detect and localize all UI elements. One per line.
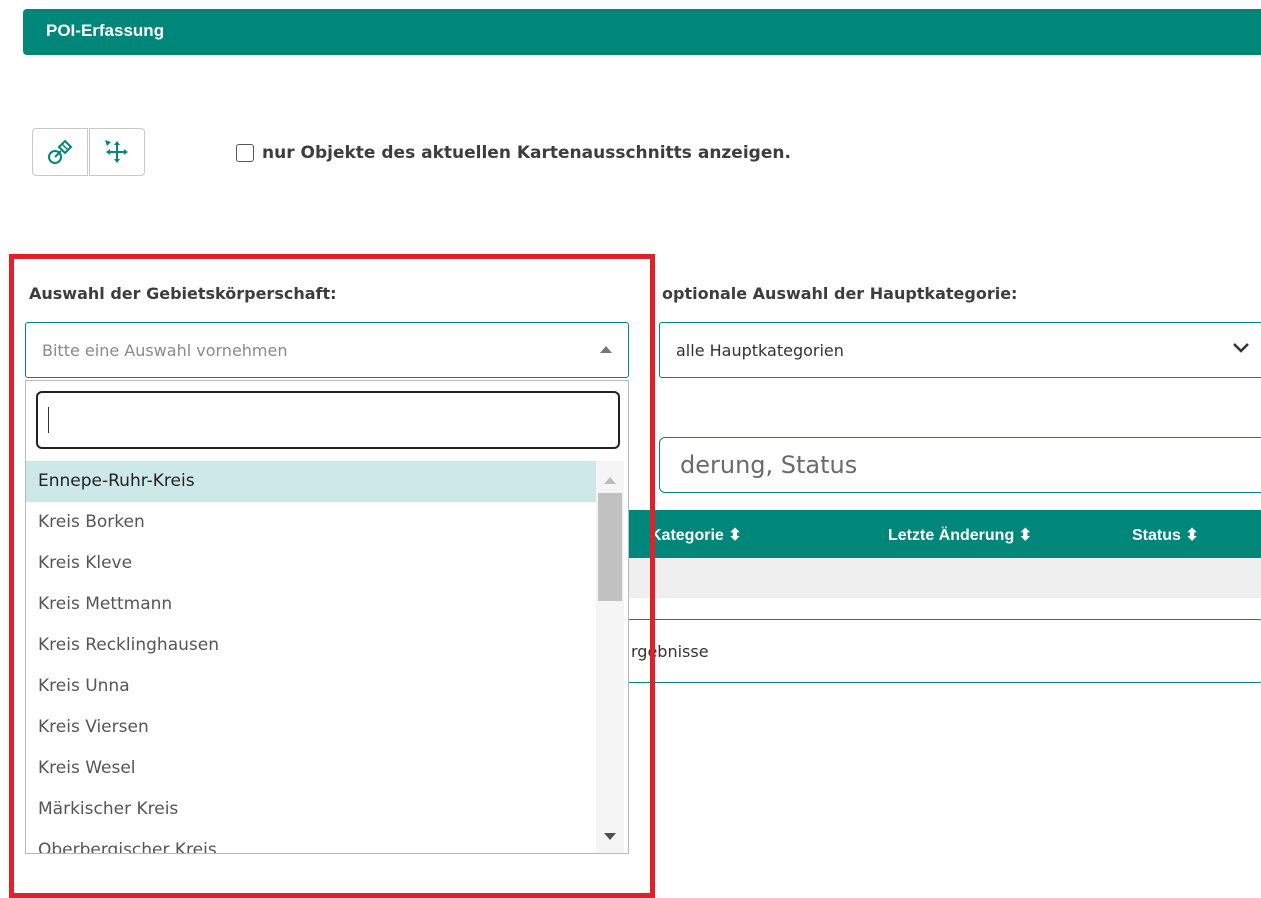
list-item[interactable]: Kreis Viersen xyxy=(26,707,596,748)
scroll-up-icon[interactable] xyxy=(604,477,616,484)
list-item[interactable]: Kreis Recklinghausen xyxy=(26,625,596,666)
search-placeholder: derung, Status xyxy=(680,451,858,479)
list-item[interactable]: Kreis Borken xyxy=(26,502,596,543)
category-select-value: alle Hauptkategorien xyxy=(676,340,844,360)
category-select[interactable]: alle Hauptkategorien xyxy=(659,322,1261,378)
checkbox-label: nur Objekte des aktuellen Kartenausschni… xyxy=(262,143,791,163)
scroll-down-icon[interactable] xyxy=(604,833,616,840)
chevron-down-icon xyxy=(1233,343,1249,353)
results-info: rgebnisse xyxy=(600,619,1261,683)
list-item[interactable]: Märkischer Kreis xyxy=(26,789,596,830)
move-tool-button[interactable] xyxy=(89,128,145,176)
list-item[interactable]: Kreis Unna xyxy=(26,666,596,707)
move-arrows-icon xyxy=(105,140,128,163)
region-select-placeholder: Bitte eine Auswahl vornehmen xyxy=(42,340,288,360)
region-label: Auswahl der Gebietskörperschaft: xyxy=(29,284,337,303)
page-title: POI-Erfassung xyxy=(46,21,165,40)
list-item[interactable]: Kreis Kleve xyxy=(26,543,596,584)
column-header-kategorie[interactable]: Kategorie ⬍ xyxy=(650,525,742,545)
region-select[interactable]: Bitte eine Auswahl vornehmen xyxy=(25,322,629,378)
region-dropdown: Ennepe-Ruhr-Kreis Kreis Borken Kreis Kle… xyxy=(25,380,629,854)
dropdown-list: Ennepe-Ruhr-Kreis Kreis Borken Kreis Kle… xyxy=(26,461,596,853)
list-item[interactable]: Oberbergischer Kreis xyxy=(26,830,596,853)
dropdown-search-input[interactable] xyxy=(36,391,620,449)
table-search-input[interactable]: derung, Status xyxy=(659,437,1261,493)
category-label: optionale Auswahl der Hauptkategorie: xyxy=(662,284,1018,303)
table-header: Kategorie ⬍ Letzte Änderung ⬍ Status ⬍ xyxy=(620,510,1261,558)
column-header-letzte-aenderung[interactable]: Letzte Änderung ⬍ xyxy=(888,525,1032,545)
list-item[interactable]: Kreis Wesel xyxy=(26,748,596,789)
satellite-tool-button[interactable] xyxy=(32,128,88,176)
checkbox[interactable] xyxy=(236,144,254,162)
scrollbar-thumb[interactable] xyxy=(598,493,622,601)
viewport-filter-checkbox[interactable]: nur Objekte des aktuellen Kartenausschni… xyxy=(236,143,791,163)
list-item[interactable]: Ennepe-Ruhr-Kreis xyxy=(26,461,596,502)
satellite-icon xyxy=(48,139,73,164)
header-bar: POI-Erfassung xyxy=(23,9,1261,55)
table-row xyxy=(620,558,1261,598)
text-cursor xyxy=(48,407,49,433)
caret-up-icon xyxy=(600,346,612,353)
list-item[interactable]: Kreis Mettmann xyxy=(26,584,596,625)
results-text: rgebnisse xyxy=(631,641,709,661)
column-header-status[interactable]: Status ⬍ xyxy=(1132,525,1199,545)
dropdown-scrollbar[interactable] xyxy=(596,461,624,853)
